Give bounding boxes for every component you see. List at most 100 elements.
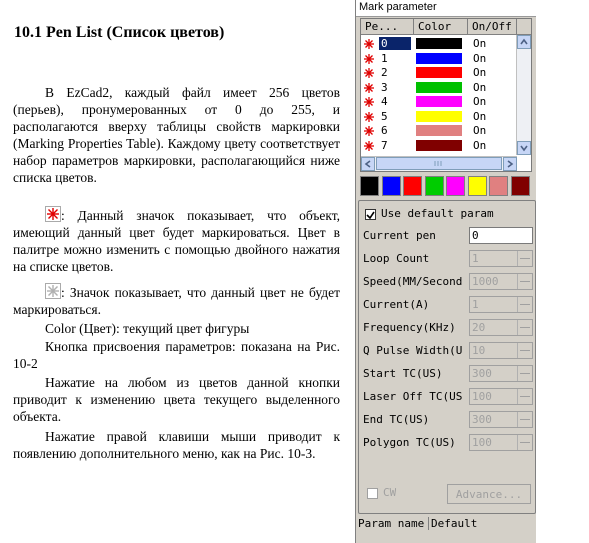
mark-parameter-panel: Mark parameter Pe... Color On/Off 0 On 1 On… [355, 0, 536, 543]
pen-state[interactable]: On [473, 95, 486, 109]
scroll-down-button[interactable] [517, 141, 531, 155]
paragraph-marked-icon: : Данный значок показывает, что объект, … [13, 206, 340, 274]
pen-number: 1 [381, 51, 388, 65]
param-input[interactable]: 100 [469, 388, 533, 405]
pen-state[interactable]: On [473, 52, 486, 66]
pen-color-swatch[interactable] [416, 67, 462, 78]
column-header-color[interactable]: Color [414, 19, 468, 35]
palette-color-button[interactable] [424, 176, 444, 196]
pen-color-swatch[interactable] [416, 96, 462, 107]
param-input[interactable]: 10 [469, 342, 533, 359]
paragraph-color: Color (Цвет): текущий цвет фигуры [45, 321, 250, 336]
param-input[interactable]: 100 [469, 434, 533, 451]
horizontal-scrollbar[interactable] [361, 156, 517, 171]
param-name-label: Param name [358, 517, 425, 530]
section-heading: 10.1 Pen List (Список цветов) [14, 24, 225, 41]
pen-state[interactable]: On [473, 81, 486, 95]
parameter-group: Use default param Current pen 0 Loop Count… [358, 200, 536, 514]
param-input[interactable]: 300 [469, 365, 533, 382]
pen-number: 6 [381, 124, 388, 137]
param-label: Current(A) [363, 298, 430, 311]
cw-checkbox[interactable] [367, 488, 378, 499]
spin-control[interactable] [517, 389, 532, 404]
pen-color-swatch[interactable] [416, 139, 462, 151]
paragraph-click-color: Нажатие на любом из цветов данной кнопки… [13, 375, 340, 424]
pen-row[interactable]: 6 On [361, 124, 516, 138]
pen-row[interactable]: 2 On [361, 66, 516, 80]
pen-row[interactable]: 7 On [361, 139, 516, 153]
pen-state[interactable]: On [473, 66, 486, 80]
scroll-right-button[interactable] [503, 157, 517, 171]
pen-state[interactable]: On [473, 139, 486, 153]
spin-control[interactable] [517, 343, 532, 358]
param-input[interactable]: 1 [469, 250, 533, 267]
advance-button[interactable]: Advance... [447, 484, 531, 504]
spin-control[interactable] [517, 297, 532, 312]
param-label: Q Pulse Width(U [363, 344, 463, 357]
pen-color-swatch[interactable] [416, 81, 462, 93]
color-palette [360, 176, 534, 196]
pen-list[interactable]: Pe... Color On/Off 0 On 1 On 2 On 3 On 4 On 5 On 6 On… [360, 18, 532, 172]
document-text: 10.1 Pen List (Список цветов) В EzCad2, … [0, 0, 352, 543]
pen-number: 2 [381, 66, 388, 79]
cw-label: CW [383, 486, 397, 499]
scroll-up-button[interactable] [517, 35, 531, 49]
vertical-scrollbar[interactable] [516, 35, 531, 155]
use-default-checkbox[interactable] [365, 209, 376, 220]
spin-control[interactable] [517, 366, 532, 381]
pen-number: 0 [379, 37, 411, 50]
pen-number: 3 [381, 80, 388, 94]
param-label: Frequency(KHz) [363, 321, 456, 334]
pen-state[interactable]: On [473, 124, 486, 138]
param-input[interactable]: 1000 [469, 273, 533, 290]
pen-row[interactable]: 1 On [361, 52, 516, 66]
param-input[interactable]: 20 [469, 319, 533, 336]
scroll-thumb[interactable] [376, 157, 502, 170]
panel-titlebar: Mark parameter [356, 0, 536, 17]
pen-color-swatch[interactable] [416, 38, 462, 49]
palette-color-button[interactable] [403, 176, 422, 196]
red-star-icon[interactable] [363, 95, 375, 109]
palette-color-button[interactable] [467, 176, 487, 196]
spin-control[interactable] [517, 320, 532, 335]
column-header-pen[interactable]: Pe... [361, 19, 414, 35]
palette-color-button[interactable] [510, 176, 530, 196]
gray-star-icon [45, 283, 61, 299]
pen-color-swatch[interactable] [416, 52, 462, 64]
column-header-onoff[interactable]: On/Off [468, 19, 517, 35]
spin-control[interactable] [517, 412, 532, 427]
palette-color-button[interactable] [489, 176, 508, 196]
red-star-icon[interactable] [363, 37, 375, 51]
pen-number: 7 [381, 138, 388, 152]
spin-control[interactable] [517, 435, 532, 450]
spin-control[interactable] [517, 251, 532, 266]
pen-state[interactable]: On [473, 110, 486, 124]
param-name-value[interactable]: Default [428, 517, 477, 530]
palette-color-button[interactable] [381, 176, 401, 196]
red-star-icon[interactable] [363, 81, 375, 95]
paragraph-assign-button: Кнопка присвоения параметров: показана н… [13, 339, 340, 371]
use-default-label: Use default param [381, 207, 494, 220]
param-input[interactable]: 1 [469, 296, 533, 313]
param-label: End TC(US) [363, 413, 430, 426]
palette-color-button[interactable] [360, 176, 379, 196]
param-label: Polygon TC(US) [363, 436, 456, 449]
red-star-icon[interactable] [363, 52, 375, 66]
pen-row[interactable]: 0 On [361, 37, 516, 51]
scroll-left-button[interactable] [361, 157, 375, 171]
pen-row[interactable]: 3 On [361, 81, 516, 95]
red-star-icon[interactable] [363, 66, 375, 80]
param-input[interactable]: 300 [469, 411, 533, 428]
pen-color-swatch[interactable] [416, 125, 462, 136]
pen-state[interactable]: On [473, 37, 486, 51]
pen-color-swatch[interactable] [416, 110, 462, 122]
red-star-icon[interactable] [363, 110, 375, 124]
pen-row[interactable]: 5 On [361, 110, 516, 124]
pen-row[interactable]: 4 On [361, 95, 516, 109]
paragraph-intro: В EzCad2, каждый файл имеет 256 цветов (… [13, 85, 340, 185]
red-star-icon[interactable] [363, 124, 375, 138]
spin-control[interactable] [517, 274, 532, 289]
palette-color-button[interactable] [446, 176, 465, 196]
param-input[interactable]: 0 [469, 227, 533, 244]
red-star-icon[interactable] [363, 139, 375, 153]
